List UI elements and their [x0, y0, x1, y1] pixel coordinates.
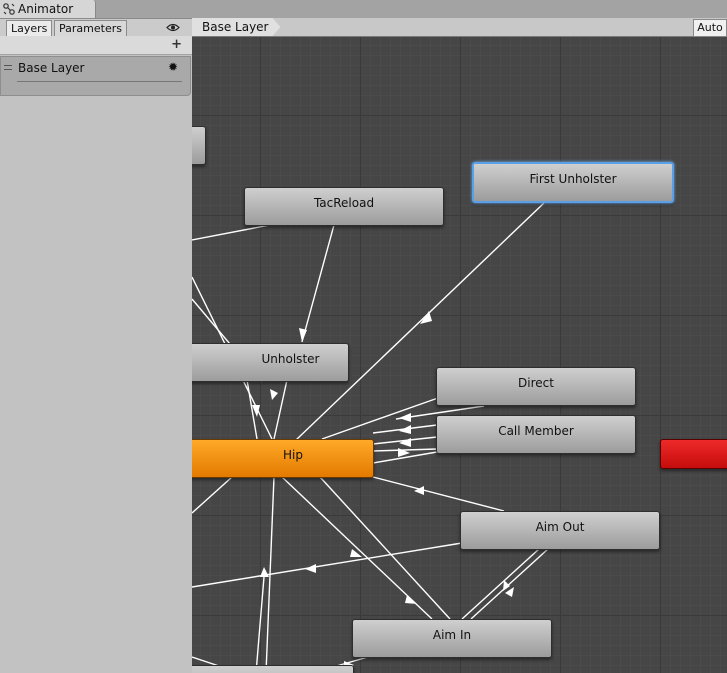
- transition-line[interactable]: [192, 476, 233, 514]
- animator-window-tab[interactable]: Animator: [0, 0, 96, 18]
- plus-icon[interactable]: +: [171, 37, 182, 52]
- transition-arrow: [270, 389, 278, 400]
- transition-line[interactable]: [470, 548, 549, 620]
- window-tab-strip: Animator: [0, 0, 727, 19]
- window-title: Animator: [18, 2, 74, 16]
- transition-arrow: [399, 438, 411, 447]
- tab-layers[interactable]: Layers: [6, 20, 53, 37]
- state-label: Hip: [283, 448, 303, 462]
- transition-arrow: [405, 595, 417, 604]
- state-node-direct[interactable]: Direct: [436, 367, 636, 406]
- eye-icon[interactable]: [164, 20, 182, 35]
- state-label: First Unholster: [529, 172, 617, 186]
- layers-panel: Layers Parameters + Base Layer ✹: [0, 19, 193, 673]
- tab-layers-label: Layers: [11, 22, 48, 35]
- state-node-exit[interactable]: [660, 439, 727, 469]
- state-label: Call Member: [498, 424, 574, 438]
- state-node-hip-default[interactable]: Hip: [192, 439, 374, 478]
- transition-line[interactable]: [321, 397, 439, 440]
- state-node-aim-in[interactable]: Aim In: [352, 619, 552, 658]
- state-label: Direct: [518, 376, 554, 390]
- state-node-call-member[interactable]: Call Member: [436, 415, 636, 454]
- transition-line[interactable]: [273, 379, 288, 440]
- panel-tabs: Layers Parameters: [0, 19, 192, 37]
- state-node-aim-out[interactable]: Aim Out: [460, 511, 660, 550]
- state-machine-graph[interactable]: First Unholster TacReload Unholster Dire…: [192, 37, 727, 673]
- state-node-offscreen-bottom[interactable]: [192, 665, 354, 673]
- transition-arrow: [260, 567, 269, 577]
- tab-parameters-label: Parameters: [59, 22, 122, 35]
- state-label: Aim Out: [535, 520, 585, 534]
- layer-item[interactable]: Base Layer ✹: [0, 56, 191, 96]
- transition-line[interactable]: [255, 576, 265, 673]
- breadcrumb-label: Base Layer: [202, 20, 269, 34]
- transition-line[interactable]: [192, 224, 271, 241]
- transition-line[interactable]: [192, 542, 463, 588]
- layer-name: Base Layer: [18, 61, 85, 75]
- state-label: TacReload: [313, 196, 375, 210]
- state-label: Aim In: [432, 628, 472, 642]
- state-node-unholster[interactable]: Unholster: [192, 343, 349, 382]
- transition-line[interactable]: [301, 224, 335, 343]
- transition-arrow: [305, 564, 316, 573]
- tab-parameters[interactable]: Parameters: [54, 20, 127, 37]
- gear-icon[interactable]: ✹: [168, 60, 178, 74]
- transition-arrow: [420, 311, 432, 324]
- state-node-first-unholster[interactable]: First Unholster: [472, 162, 674, 203]
- animator-icon: [3, 3, 15, 15]
- drag-handle-icon[interactable]: [4, 65, 12, 70]
- state-node-tacreload[interactable]: TacReload: [244, 187, 444, 226]
- auto-button-label: Auto: [697, 21, 723, 34]
- transition-line[interactable]: [461, 548, 540, 620]
- transition-arrow: [503, 580, 510, 591]
- add-layer-bar: +: [0, 36, 192, 55]
- auto-button[interactable]: Auto: [693, 19, 727, 37]
- graph-toolbar: Base Layer Auto: [192, 18, 727, 37]
- state-label: Unholster: [261, 352, 320, 366]
- breadcrumb[interactable]: Base Layer: [192, 18, 281, 36]
- transition-arrow: [399, 413, 411, 422]
- layer-weight-slider[interactable]: [17, 81, 182, 82]
- state-node-offscreen[interactable]: [192, 126, 206, 165]
- transition-line[interactable]: [372, 448, 438, 452]
- transition-line[interactable]: [372, 476, 505, 512]
